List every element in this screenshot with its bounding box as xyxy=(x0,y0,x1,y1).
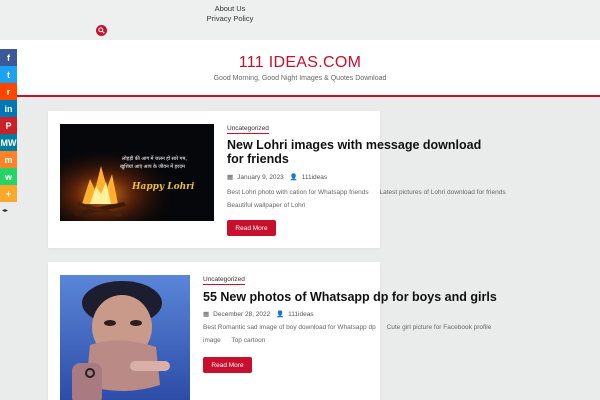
twitter-icon[interactable]: t xyxy=(0,66,17,83)
read-more-button[interactable]: Read More xyxy=(227,220,276,236)
post-author[interactable]: 111ideas xyxy=(288,311,313,318)
post-category[interactable]: Uncategorized xyxy=(227,125,269,134)
image-greeting: Happy Lohri xyxy=(132,182,195,192)
site-tagline: Good Morning, Good Night Images & Quotes… xyxy=(213,75,387,82)
facebook-icon[interactable]: f xyxy=(0,49,17,66)
post-card: Uncategorized 55 New photos of Whatsapp … xyxy=(48,262,497,400)
calendar-icon: ▦ xyxy=(203,311,210,318)
post-meta: ▦ December 28, 2022 👤 111ideas xyxy=(203,310,318,318)
boy-portrait-image xyxy=(60,275,190,400)
share-more-icon[interactable]: + xyxy=(0,185,17,202)
post-meta: ▦ January 9, 2023 👤 111ideas xyxy=(227,173,331,181)
social-share-bar: f t r in P MW m w + xyxy=(0,49,17,202)
search-button[interactable] xyxy=(96,25,107,36)
post-category[interactable]: Uncategorized xyxy=(203,276,245,285)
linkedin-icon[interactable]: in xyxy=(0,100,17,117)
post-tag[interactable]: Best Romantic sad image of boy download … xyxy=(203,324,376,331)
reddit-icon[interactable]: r xyxy=(0,83,17,100)
top-bar: About Us Privacy Policy xyxy=(0,0,600,40)
post-author[interactable]: 111ideas xyxy=(302,174,327,181)
share-toggle-icon[interactable]: ◂▸ xyxy=(2,207,8,214)
post-tags: Best Lohri photo with cation for Whatsap… xyxy=(227,187,517,212)
calendar-icon: ▦ xyxy=(227,174,234,181)
image-text-line2: खुशियां आएं आप के जीवन में हरदम xyxy=(120,164,185,170)
post-tag[interactable]: Best Lohri photo with cation for Whatsap… xyxy=(227,189,369,196)
read-more-button[interactable]: Read More xyxy=(203,357,252,373)
bonfire-image xyxy=(60,124,214,221)
post-title[interactable]: New Lohri images with message download f… xyxy=(227,138,497,166)
post-tag[interactable]: Beautiful wallpaper of Lohri xyxy=(227,202,305,209)
top-nav: About Us Privacy Policy xyxy=(200,4,260,24)
mix-icon[interactable]: m xyxy=(0,151,17,168)
post-date[interactable]: January 9, 2023 xyxy=(237,174,284,181)
post-tags: Best Romantic sad image of boy download … xyxy=(203,322,503,347)
whatsapp-icon[interactable]: w xyxy=(0,168,17,185)
post-date[interactable]: December 28, 2022 xyxy=(213,311,270,318)
image-text-line1: लोहड़ी की आग में जलन हो सारे गम, xyxy=(122,156,187,162)
post-thumbnail[interactable]: लोहड़ी की आग में जलन हो सारे गम, खुशियां… xyxy=(60,124,214,221)
search-icon xyxy=(98,27,105,34)
pinterest-icon[interactable]: P xyxy=(0,117,17,134)
post-card: लोहड़ी की आग में जलन हो सारे गम, खुशियां… xyxy=(48,111,506,248)
post-thumbnail[interactable] xyxy=(60,275,190,400)
user-icon: 👤 xyxy=(289,174,298,181)
mewe-icon[interactable]: MW xyxy=(0,134,17,151)
site-header: 111 IDEAS.COM Good Morning, Good Night I… xyxy=(0,40,600,97)
post-tag[interactable]: Latest pictures of Lohri download for fr… xyxy=(379,189,505,196)
post-tag[interactable]: Top cartoon xyxy=(231,337,265,344)
site-title[interactable]: 111 IDEAS.COM xyxy=(0,40,600,72)
nav-privacy-policy[interactable]: Privacy Policy xyxy=(200,14,260,24)
post-title[interactable]: 55 New photos of Whatsapp dp for boys an… xyxy=(203,290,503,304)
user-icon: 👤 xyxy=(276,311,285,318)
nav-about-us[interactable]: About Us xyxy=(200,4,260,14)
